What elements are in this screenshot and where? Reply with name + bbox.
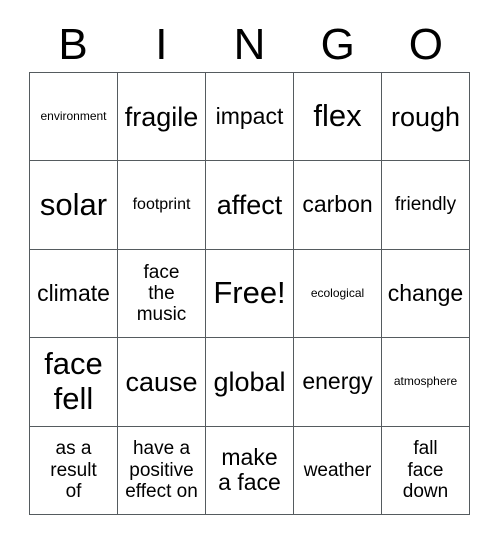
bingo-cell[interactable]: global [206,338,294,427]
header-letter-g: G [320,20,355,69]
bingo-cell-label: climate [37,279,110,306]
bingo-cell[interactable]: have a positive effect on [118,426,206,515]
bingo-cell[interactable]: solar [30,161,118,250]
bingo-cell-label: fragile [124,101,199,132]
bingo-cell-label: energy [302,368,373,395]
bingo-cell-label: carbon [302,191,373,218]
bingo-cell-label: solar [39,186,108,222]
bingo-cell[interactable]: face fell [30,338,118,427]
bingo-cell-label: as a result of [50,438,97,502]
bingo-cell[interactable]: cause [118,338,206,427]
bingo-cell-free[interactable]: Free! [206,249,294,339]
bingo-cell-label: global [213,366,286,397]
bingo-cell[interactable]: rough [382,73,470,162]
bingo-grid: environment fragile impact flex rough so… [29,72,470,515]
bingo-cell[interactable]: make a face [206,426,294,515]
bingo-cell[interactable]: fall face down [382,426,470,515]
bingo-cell-label: ecological [310,285,365,300]
bingo-cell[interactable]: friendly [382,161,470,250]
bingo-cell-label: fall face down [402,438,449,502]
bingo-cell[interactable]: climate [30,249,118,339]
bingo-card: B I N G O environment fragile impact fle… [0,0,500,544]
bingo-cell[interactable]: affect [206,161,294,250]
bingo-cell-label: environment [40,108,107,123]
bingo-cell[interactable]: impact [206,73,294,162]
bingo-cell-label: face fell [44,346,103,416]
bingo-cell-label: make a face [218,443,281,496]
header-letter-b: B [58,20,88,69]
bingo-cell[interactable]: as a result of [30,426,118,515]
bingo-cell-label: atmosphere [393,374,458,389]
bingo-cell[interactable]: weather [294,426,382,515]
bingo-cell[interactable]: environment [30,73,118,162]
bingo-cell[interactable]: energy [294,338,382,427]
bingo-cell-label: cause [125,366,198,397]
bingo-cell-label: impact [215,102,284,129]
bingo-cell[interactable]: change [382,249,470,339]
bingo-cell-label: face the music [136,261,187,326]
bingo-cell[interactable]: flex [294,73,382,162]
bingo-cell-label: footprint [132,196,191,214]
bingo-cell-label: friendly [394,194,457,216]
bingo-cell[interactable]: footprint [118,161,206,250]
bingo-cell[interactable]: carbon [294,161,382,250]
bingo-cell[interactable]: ecological [294,249,382,339]
bingo-cell-label: have a positive effect on [125,438,198,502]
bingo-cell[interactable]: atmosphere [382,338,470,427]
bingo-cell-label: flex [313,98,362,134]
bingo-cell[interactable]: fragile [118,73,206,162]
bingo-cell-label: Free! [213,275,286,311]
bingo-cell-label: change [387,279,464,306]
header-letter-i: I [155,20,168,69]
bingo-header: B I N G O [29,18,470,72]
header-letter-n: N [233,20,266,69]
bingo-cell[interactable]: face the music [118,249,206,339]
bingo-cell-label: rough [390,101,461,132]
bingo-cell-label: affect [216,189,283,220]
bingo-cell-label: weather [303,459,372,481]
header-letter-o: O [408,20,444,69]
